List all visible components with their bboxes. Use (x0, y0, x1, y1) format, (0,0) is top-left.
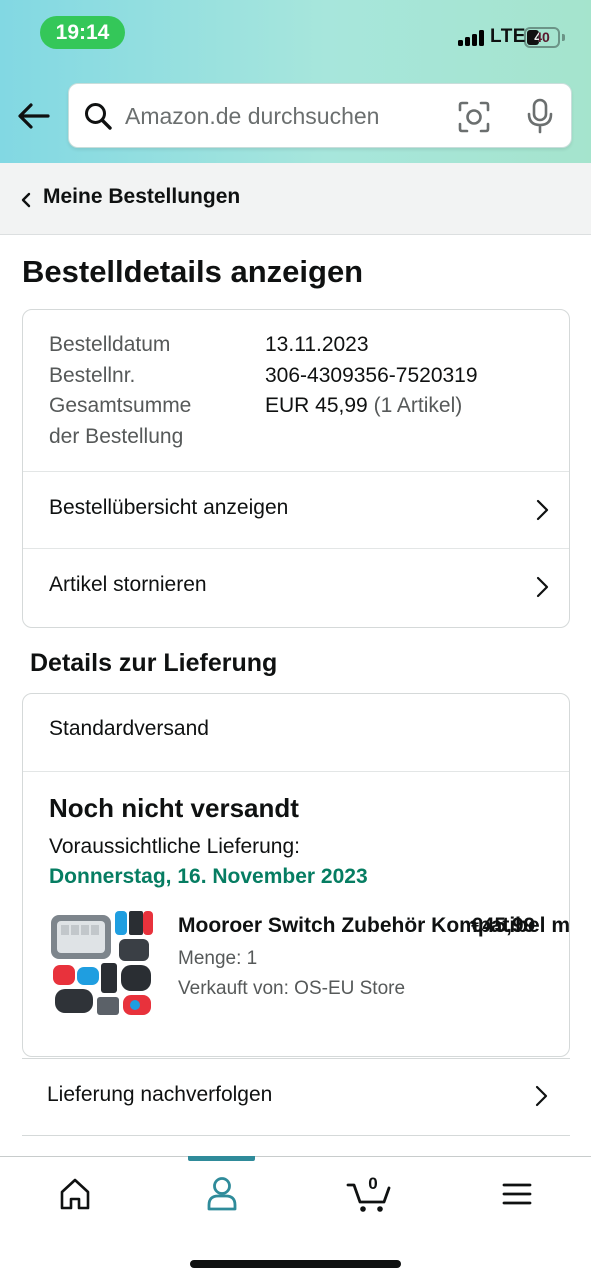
bottom-navigation: 0 (0, 1156, 591, 1280)
estimated-delivery-label: Voraussichtliche Lieferung: (49, 835, 300, 858)
order-date-value: 13.11.2023 (265, 333, 369, 356)
battery-cap (562, 34, 565, 41)
home-icon[interactable] (45, 1171, 105, 1217)
status-time: 19:14 (40, 16, 125, 49)
delivery-card: Standardversand Noch nicht versandt Vora… (22, 693, 570, 1057)
order-summary-card: Bestelldatum 13.11.2023 Bestellnr. 306-4… (22, 309, 570, 628)
cancel-items-label: Artikel stornieren (49, 573, 207, 596)
breadcrumb[interactable]: Meine Bestellungen (0, 163, 591, 235)
view-order-summary-link[interactable]: Bestellübersicht anzeigen (23, 471, 569, 548)
network-type: LTE (490, 26, 526, 47)
view-order-summary-label: Bestellübersicht anzeigen (49, 496, 289, 519)
account-icon[interactable] (192, 1171, 252, 1217)
search-icon (85, 103, 112, 130)
estimated-delivery-date: Donnerstag, 16. November 2023 (49, 865, 368, 888)
delivery-section-title: Details zur Lieferung (30, 649, 278, 677)
product-image[interactable] (49, 909, 155, 1019)
divider (23, 771, 569, 772)
chevron-right-icon (535, 1085, 548, 1107)
back-arrow-icon[interactable] (14, 96, 54, 136)
search-bar[interactable] (68, 83, 572, 148)
track-package-label: Lieferung nachverfolgen (47, 1083, 273, 1106)
chevron-right-icon (536, 499, 549, 521)
order-info: Bestelldatum 13.11.2023 Bestellnr. 306-4… (49, 330, 549, 452)
app-header: 19:14 LTE 40 (0, 0, 591, 163)
order-number-label: Bestellnr. (49, 363, 136, 387)
chevron-left-icon (21, 192, 31, 208)
camera-search-icon[interactable] (457, 100, 491, 134)
order-total-label-line2: der Bestellung (49, 424, 184, 448)
product-quantity: Menge: 1 (178, 948, 258, 969)
product-price: €45,99 (471, 914, 536, 937)
shipping-method: Standardversand (49, 717, 209, 740)
battery-icon: 40 (524, 27, 560, 48)
order-total: EUR 45,99 (1 Artikel) (265, 391, 462, 422)
active-tab-indicator (188, 1156, 255, 1161)
order-number-value: 306-4309356-7520319 (265, 363, 478, 387)
order-total-label: Gesamtsumme (49, 394, 192, 417)
cancel-items-link[interactable]: Artikel stornieren (23, 548, 569, 625)
cart-count: 0 (368, 1174, 378, 1193)
microphone-icon[interactable] (525, 98, 555, 134)
page-title: Bestelldetails anzeigen (22, 254, 364, 289)
status-bar: 19:14 LTE 40 (0, 0, 591, 64)
order-date-label: Bestelldatum (49, 333, 171, 356)
shipment-status: Noch nicht versandt (49, 793, 299, 823)
order-total-value: EUR 45,99 (265, 394, 368, 417)
product-seller: Verkauft von: OS-EU Store (178, 978, 406, 999)
battery-level: 40 (534, 29, 550, 45)
order-item-count: (1 Artikel) (373, 394, 463, 417)
chevron-right-icon (536, 576, 549, 598)
cart-button[interactable]: 0 (340, 1171, 400, 1217)
menu-icon[interactable] (487, 1171, 547, 1217)
breadcrumb-label[interactable]: Meine Bestellungen (43, 185, 240, 209)
signal-icon (458, 30, 486, 46)
search-input[interactable] (125, 98, 445, 134)
track-package-link[interactable]: Lieferung nachverfolgen (22, 1058, 570, 1136)
home-indicator (190, 1260, 401, 1268)
